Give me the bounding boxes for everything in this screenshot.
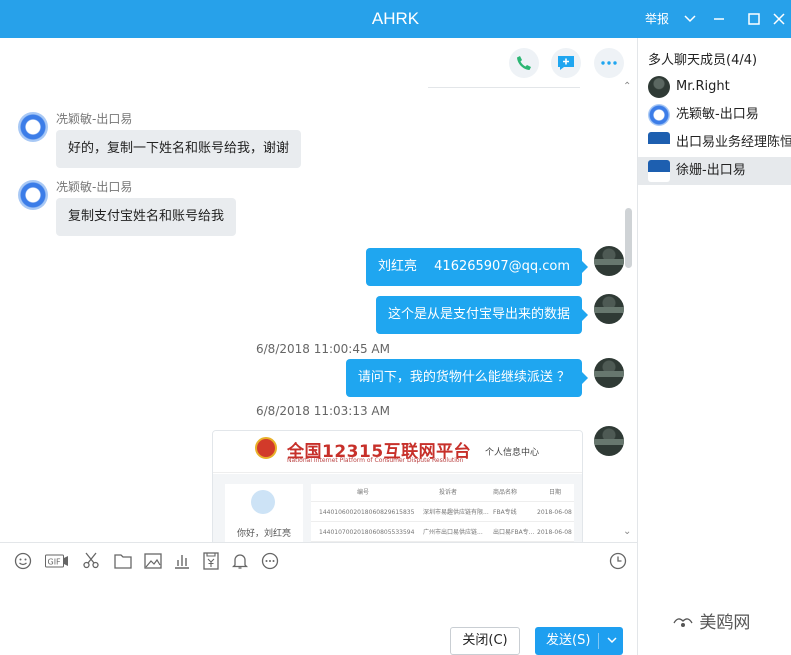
- member-avatar: [648, 104, 670, 126]
- table-cell: 2018-06-08: [537, 509, 572, 516]
- person-icon: [251, 490, 275, 514]
- image-banner: 全国12315互联网平台 National Internet Platform …: [213, 431, 582, 473]
- image-profile-card: 你好，刘红亮: [225, 484, 303, 542]
- table-header: 日期: [549, 489, 562, 496]
- table-cell: 1440107002018060805533594: [319, 529, 415, 536]
- member-name: 出口易业务经理陈恒: [676, 135, 791, 150]
- member-avatar: [648, 132, 670, 154]
- history-clock-icon[interactable]: [608, 551, 628, 571]
- emoji-icon[interactable]: [13, 551, 33, 571]
- avatar: [594, 426, 624, 456]
- window-title: AHRK: [371, 9, 420, 28]
- timestamp: 6/8/2018 11:03:13 AM: [256, 404, 390, 418]
- scroll-up-icon[interactable]: ⌃: [623, 81, 631, 92]
- message-input[interactable]: [0, 578, 637, 628]
- member-item[interactable]: 冼颖敏-出口易: [638, 101, 791, 129]
- previous-message-edge: [428, 82, 580, 88]
- chat-area: ⌃ 冼颖敏-出口易 好的，复制一下姓名和账号给我，谢谢 冼颖敏-出口易 复制支付…: [0, 38, 637, 542]
- sender-name: 冼颖敏-出口易: [56, 180, 133, 194]
- image-greeting: 你好，刘红亮: [237, 529, 292, 539]
- input-toolbar: GIF: [0, 542, 637, 578]
- chart-icon[interactable]: [172, 551, 192, 571]
- close-icon[interactable]: [768, 8, 790, 30]
- close-button[interactable]: 关闭(C): [450, 627, 520, 655]
- table-row: 1440107002018060805533594 广州市出口易供应链... 出…: [311, 524, 574, 542]
- member-name: Mr.Right: [676, 79, 730, 94]
- minimize-icon[interactable]: [708, 8, 730, 30]
- member-name: 冼颖敏-出口易: [676, 107, 759, 122]
- timestamp: 6/8/2018 11:00:45 AM: [256, 342, 390, 356]
- send-button[interactable]: 发送(S): [535, 627, 623, 655]
- table-cell: 出口易FBA专...: [493, 529, 535, 536]
- watermark-text: 美鸥网: [699, 613, 751, 633]
- table-row: 1440106002018060829615835 深圳市易趣供应链有限... …: [311, 504, 574, 522]
- table-cell: 深圳市易趣供应链有限...: [423, 509, 489, 516]
- sender-name: 冼颖敏-出口易: [56, 112, 133, 126]
- table-cell: 广州市出口易供应链...: [423, 529, 483, 536]
- svg-text:GIF: GIF: [48, 558, 62, 567]
- table-cell: 2018-06-08: [537, 529, 572, 536]
- emblem-icon: [255, 437, 277, 459]
- member-item[interactable]: Mr.Right: [638, 73, 791, 101]
- member-avatar: [648, 160, 670, 182]
- avatar: [594, 246, 624, 276]
- avatar: [594, 294, 624, 324]
- more-options-icon[interactable]: [260, 551, 280, 571]
- title-bar: AHRK 举报: [0, 0, 791, 38]
- image-center-link: 个人信息中心: [485, 448, 540, 458]
- table-header-row: 编号 投诉者 商品名称 日期: [311, 484, 574, 502]
- gif-icon[interactable]: GIF: [44, 551, 70, 571]
- watermark: 美鸥网: [672, 608, 750, 633]
- message-bubble: 刘红亮 416265907@qq.com: [366, 248, 588, 286]
- image-body: 你好，刘红亮 编号 投诉者 商品名称 日期 144010600201806082…: [213, 474, 582, 542]
- message-add-icon[interactable]: [551, 48, 581, 78]
- table-cell: 1440106002018060829615835: [319, 509, 415, 516]
- table-header: 投诉者: [439, 489, 458, 496]
- scrollbar[interactable]: [625, 208, 632, 268]
- phone-icon[interactable]: [509, 48, 539, 78]
- member-avatar: [648, 76, 670, 98]
- avatar: [18, 112, 48, 142]
- table-cell: FBA专线: [493, 509, 517, 516]
- avatar: [594, 358, 624, 388]
- member-item[interactable]: 徐姗-出口易: [638, 157, 791, 185]
- folder-icon[interactable]: [113, 551, 133, 571]
- message-bubble: 好的，复制一下姓名和账号给我，谢谢: [56, 130, 302, 168]
- table-header: 商品名称: [493, 489, 518, 496]
- more-icon[interactable]: [594, 48, 624, 78]
- members-panel: 多人聊天成员(4/4) Mr.Right 冼颖敏-出口易 出口易业务经理陈恒 徐…: [637, 38, 791, 655]
- message-bubble: 这个是从是支付宝导出来的数据: [375, 296, 589, 334]
- message-bubble: 复制支付宝姓名和账号给我: [56, 198, 237, 236]
- send-label: 发送(S): [546, 633, 591, 648]
- member-name: 徐姗-出口易: [676, 163, 746, 178]
- send-divider: [598, 633, 599, 649]
- send-options-chevron-icon[interactable]: [603, 627, 621, 655]
- image-icon[interactable]: [143, 551, 163, 571]
- table-header: 编号: [357, 489, 370, 496]
- scissors-icon[interactable]: [81, 551, 101, 571]
- image-subline: National Internet Platform of Consumer D…: [287, 457, 464, 464]
- report-button[interactable]: 举报: [645, 0, 669, 38]
- avatar: [18, 180, 48, 210]
- image-table: 编号 投诉者 商品名称 日期 1440106002018060829615835…: [311, 484, 574, 542]
- scroll-down-icon[interactable]: ⌄: [623, 526, 631, 537]
- payment-icon[interactable]: [201, 551, 221, 571]
- member-item[interactable]: 出口易业务经理陈恒: [638, 129, 791, 157]
- bell-icon[interactable]: [230, 551, 250, 571]
- image-message[interactable]: 全国12315互联网平台 National Internet Platform …: [212, 430, 583, 542]
- members-header: 多人聊天成员(4/4): [648, 53, 758, 68]
- message-bubble: 请问下，我的货物什么能继续派送 ？: [345, 359, 589, 397]
- maximize-icon[interactable]: [743, 8, 765, 30]
- chevron-down-icon[interactable]: [679, 8, 701, 30]
